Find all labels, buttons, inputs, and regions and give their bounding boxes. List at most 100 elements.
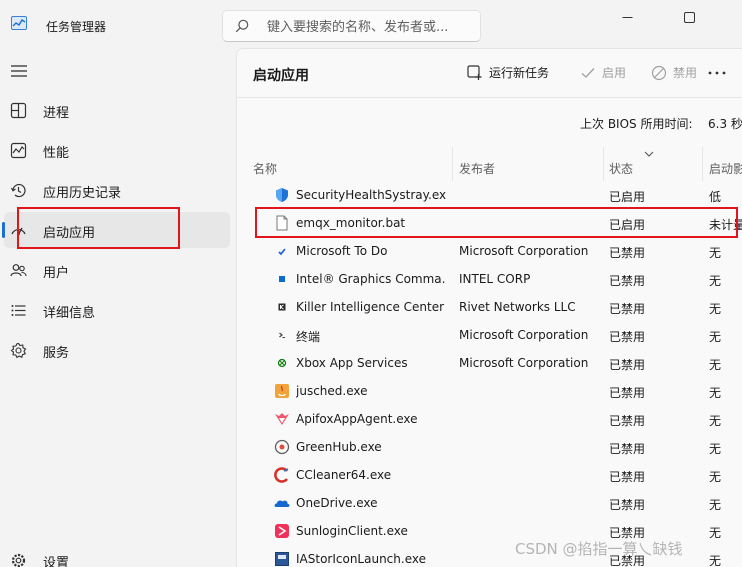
app-name: CCleaner64.exe	[296, 468, 392, 482]
app-impact: 无	[709, 330, 722, 344]
app-status: 已禁用	[609, 470, 646, 484]
users-icon	[10, 264, 27, 277]
table-row[interactable]: ApifoxAppAgent.exe 已禁用 无	[237, 405, 742, 433]
iastor-icon	[275, 552, 289, 566]
app-status: 已禁用	[609, 414, 646, 428]
app-name: SunloginClient.exe	[296, 524, 408, 538]
sidebar-item-settings[interactable]: 设置	[4, 542, 230, 567]
column-header-publisher[interactable]: 发布者	[459, 160, 495, 177]
table-row[interactable]: jusched.exe 已禁用 无	[237, 377, 742, 405]
greenhub-icon	[274, 439, 290, 455]
column-separator[interactable]	[603, 147, 604, 181]
services-icon	[10, 342, 27, 359]
killer-icon	[278, 303, 286, 311]
app-impact: 无	[709, 498, 722, 512]
app-publisher: INTEL CORP	[459, 272, 531, 286]
sidebar-item-details[interactable]: 详细信息	[4, 292, 230, 328]
table-row[interactable]: OneDrive.exe 已禁用 无	[237, 489, 742, 517]
app-publisher: Microsoft Corporation	[459, 244, 589, 258]
app-impact: 无	[709, 554, 722, 567]
disable-label: 禁用	[673, 66, 698, 80]
sidebar-item-label: 服务	[43, 346, 70, 361]
app-status: 已禁用	[609, 386, 646, 400]
disable-button[interactable]: 禁用	[651, 63, 711, 83]
page-title: 启动应用	[253, 68, 309, 84]
app-name: 终端	[296, 330, 321, 344]
highlight-box-startup-apps	[17, 207, 180, 249]
maximize-button[interactable]	[667, 6, 713, 30]
table-row[interactable]: Killer Intelligence Center Rivet Network…	[237, 293, 742, 321]
app-name: Microsoft To Do	[296, 244, 388, 258]
app-publisher: Rivet Networks LLC	[459, 300, 576, 314]
app-status: 已禁用	[609, 442, 646, 456]
app-title: 任务管理器	[46, 20, 107, 34]
todo-icon	[278, 248, 286, 256]
table-row[interactable]: Xbox App Services Microsoft Corporation …	[237, 349, 742, 377]
table-row[interactable]: GreenHub.exe 已禁用 无	[237, 433, 742, 461]
shield-icon	[276, 188, 288, 202]
enable-label: 启用	[602, 66, 627, 80]
more-options-button[interactable]	[707, 63, 731, 83]
onedrive-icon	[274, 500, 290, 507]
app-impact: 无	[709, 274, 722, 288]
search-box[interactable]	[222, 10, 481, 42]
run-new-task-button[interactable]: 运行新任务	[467, 63, 555, 83]
java-icon	[275, 384, 289, 398]
checkmark-icon	[581, 68, 595, 78]
app-impact: 无	[709, 470, 722, 484]
main-panel: 启动应用 运行新任务 启用 禁用 上次 BIOS 所用时间: 6.3 秒 名称 …	[236, 48, 742, 567]
processes-icon	[10, 102, 27, 119]
app-impact: 无	[709, 442, 722, 456]
app-name: ApifoxAppAgent.exe	[296, 412, 418, 426]
sidebar: 进程 性能 应用历史记录 启动应用 用户 详细信息 服务 设置	[0, 48, 236, 567]
sort-chevron-icon	[644, 151, 654, 157]
app-publisher: Microsoft Corporation	[459, 328, 589, 342]
more-dots-icon	[708, 71, 726, 75]
hamburger-menu-icon[interactable]	[10, 64, 28, 78]
app-status: 已禁用	[609, 246, 646, 260]
table-row[interactable]: Microsoft To Do Microsoft Corporation 已禁…	[237, 237, 742, 265]
sidebar-item-users[interactable]: 用户	[4, 252, 230, 288]
enable-button[interactable]: 启用	[580, 63, 640, 83]
table-row[interactable]: CCleaner64.exe 已禁用 无	[237, 461, 742, 489]
column-separator[interactable]	[452, 147, 453, 181]
ccleaner-icon	[274, 467, 289, 483]
app-name: Intel® Graphics Comma...	[296, 272, 446, 286]
block-icon	[651, 65, 667, 81]
run-new-task-icon	[467, 65, 482, 80]
app-impact: 低	[709, 190, 722, 204]
minimize-button[interactable]	[605, 6, 651, 30]
settings-gear-icon	[11, 553, 26, 567]
app-name: IAStorIconLaunch.exe	[296, 552, 426, 566]
sidebar-item-app-history[interactable]: 应用历史记录	[4, 172, 230, 208]
table-row[interactable]: 终端 Microsoft Corporation 已禁用 无	[237, 321, 742, 349]
sidebar-item-label: 详细信息	[43, 306, 96, 321]
app-history-icon	[10, 183, 26, 198]
sidebar-item-performance[interactable]: 性能	[4, 132, 230, 168]
xbox-icon	[277, 358, 287, 368]
app-publisher: Microsoft Corporation	[459, 356, 589, 370]
column-header-impact[interactable]: 启动影响	[709, 160, 742, 177]
watermark: CSDN @掐指一算乀缺钱	[515, 540, 683, 558]
app-status: 已禁用	[609, 302, 646, 316]
sidebar-item-label: 设置	[43, 556, 70, 567]
app-name: jusched.exe	[296, 384, 368, 398]
table-row[interactable]: SecurityHealthSystray.exe 已启用 低	[237, 181, 742, 209]
column-header-name[interactable]: 名称	[253, 160, 277, 177]
run-new-task-label: 运行新任务	[489, 66, 550, 80]
active-indicator	[2, 222, 5, 238]
column-header-status[interactable]: 状态	[609, 160, 633, 177]
app-impact: 无	[709, 526, 722, 540]
app-name: OneDrive.exe	[296, 496, 378, 510]
search-input[interactable]	[267, 17, 472, 37]
app-name: GreenHub.exe	[296, 440, 382, 454]
app-name: SecurityHealthSystray.exe	[296, 188, 446, 202]
column-separator[interactable]	[702, 147, 703, 181]
sidebar-item-processes[interactable]: 进程	[4, 92, 230, 128]
highlight-box-emqx-row	[255, 207, 738, 238]
app-impact: 无	[709, 358, 722, 372]
sidebar-item-services[interactable]: 服务	[4, 332, 230, 368]
app-impact: 无	[709, 414, 722, 428]
apifox-icon	[275, 413, 289, 425]
table-row[interactable]: Intel® Graphics Comma... INTEL CORP 已禁用 …	[237, 265, 742, 293]
